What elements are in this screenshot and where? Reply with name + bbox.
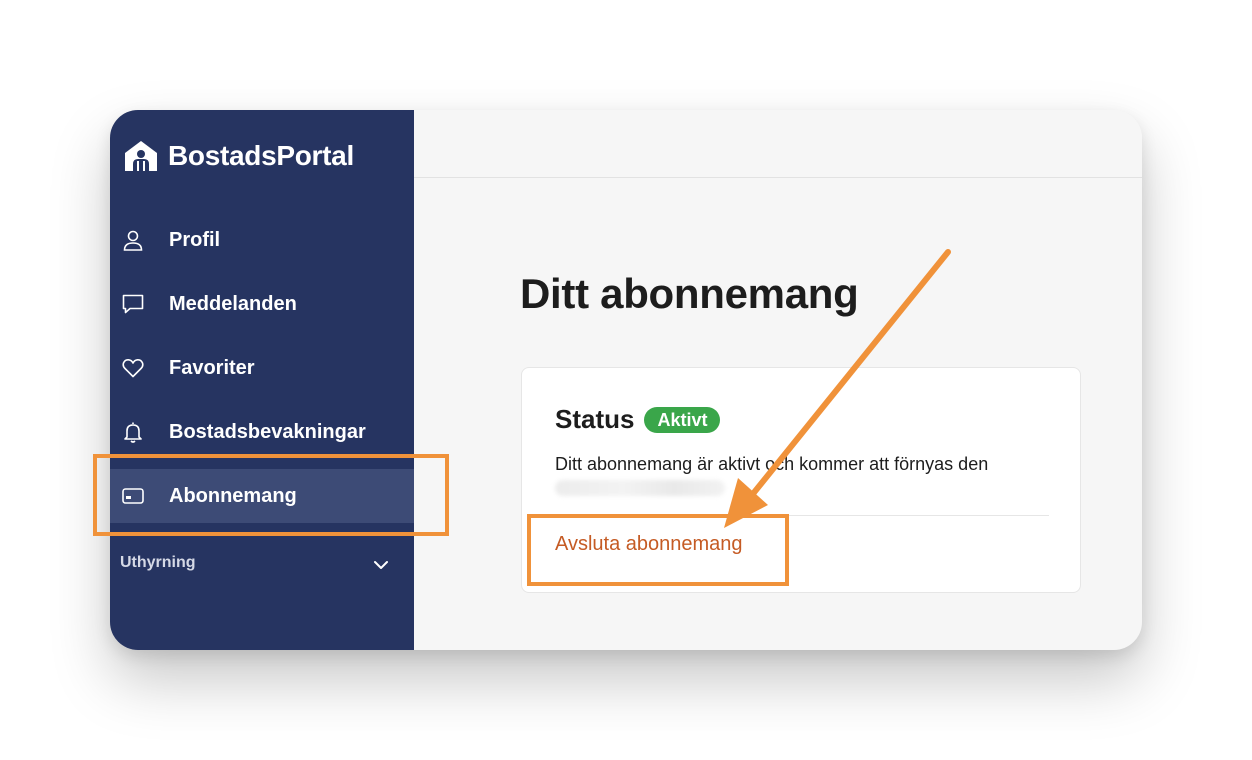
house-person-icon [125,141,157,171]
user-icon [123,230,143,251]
chevron-down-icon[interactable] [372,556,390,574]
heart-icon [122,358,144,378]
sidebar: BostadsPortal Profil Meddelanden Favorit… [110,110,414,650]
chat-bubble-icon [122,294,144,314]
sidebar-item-bostadsbevakningar[interactable]: Bostadsbevakningar [110,405,414,459]
subscription-description: Ditt abonnemang är aktivt och kommer att… [555,454,989,474]
sidebar-item-label: Profil [169,228,221,251]
credit-card-icon [122,488,144,504]
main-content: Ditt abonnemang Status Aktivt Ditt abonn… [414,110,1142,650]
sidebar-section-uthyrning[interactable]: Uthyrning [120,554,196,572]
top-bar [414,110,1142,178]
sidebar-item-label: Meddelanden [169,292,297,315]
sidebar-item-profil[interactable]: Profil [110,213,414,267]
sidebar-item-label: Abonnemang [169,484,297,507]
status-label: Status [555,404,635,434]
cancel-subscription-link[interactable]: Avsluta abonnemang [555,533,743,556]
brand-logo[interactable]: BostadsPortal [124,136,354,176]
page-title: Ditt abonnemang [520,270,859,317]
subscription-card: Status Aktivt Ditt abonnemang är aktivt … [521,367,1081,593]
brand-name: BostadsPortal [168,140,354,171]
sidebar-item-label: Favoriter [169,356,255,379]
status-row: Status Aktivt [555,404,721,435]
sidebar-item-abonnemang[interactable]: Abonnemang [110,469,414,523]
sidebar-item-meddelanden[interactable]: Meddelanden [110,277,414,331]
sidebar-item-favoriter[interactable]: Favoriter [110,341,414,395]
sidebar-item-label: Bostadsbevakningar [169,420,366,443]
status-badge: Aktivt [644,406,721,433]
app-window: BostadsPortal Profil Meddelanden Favorit… [110,110,1142,650]
bell-icon [124,422,142,443]
divider [555,515,1049,516]
renewal-date-redacted [555,480,725,496]
